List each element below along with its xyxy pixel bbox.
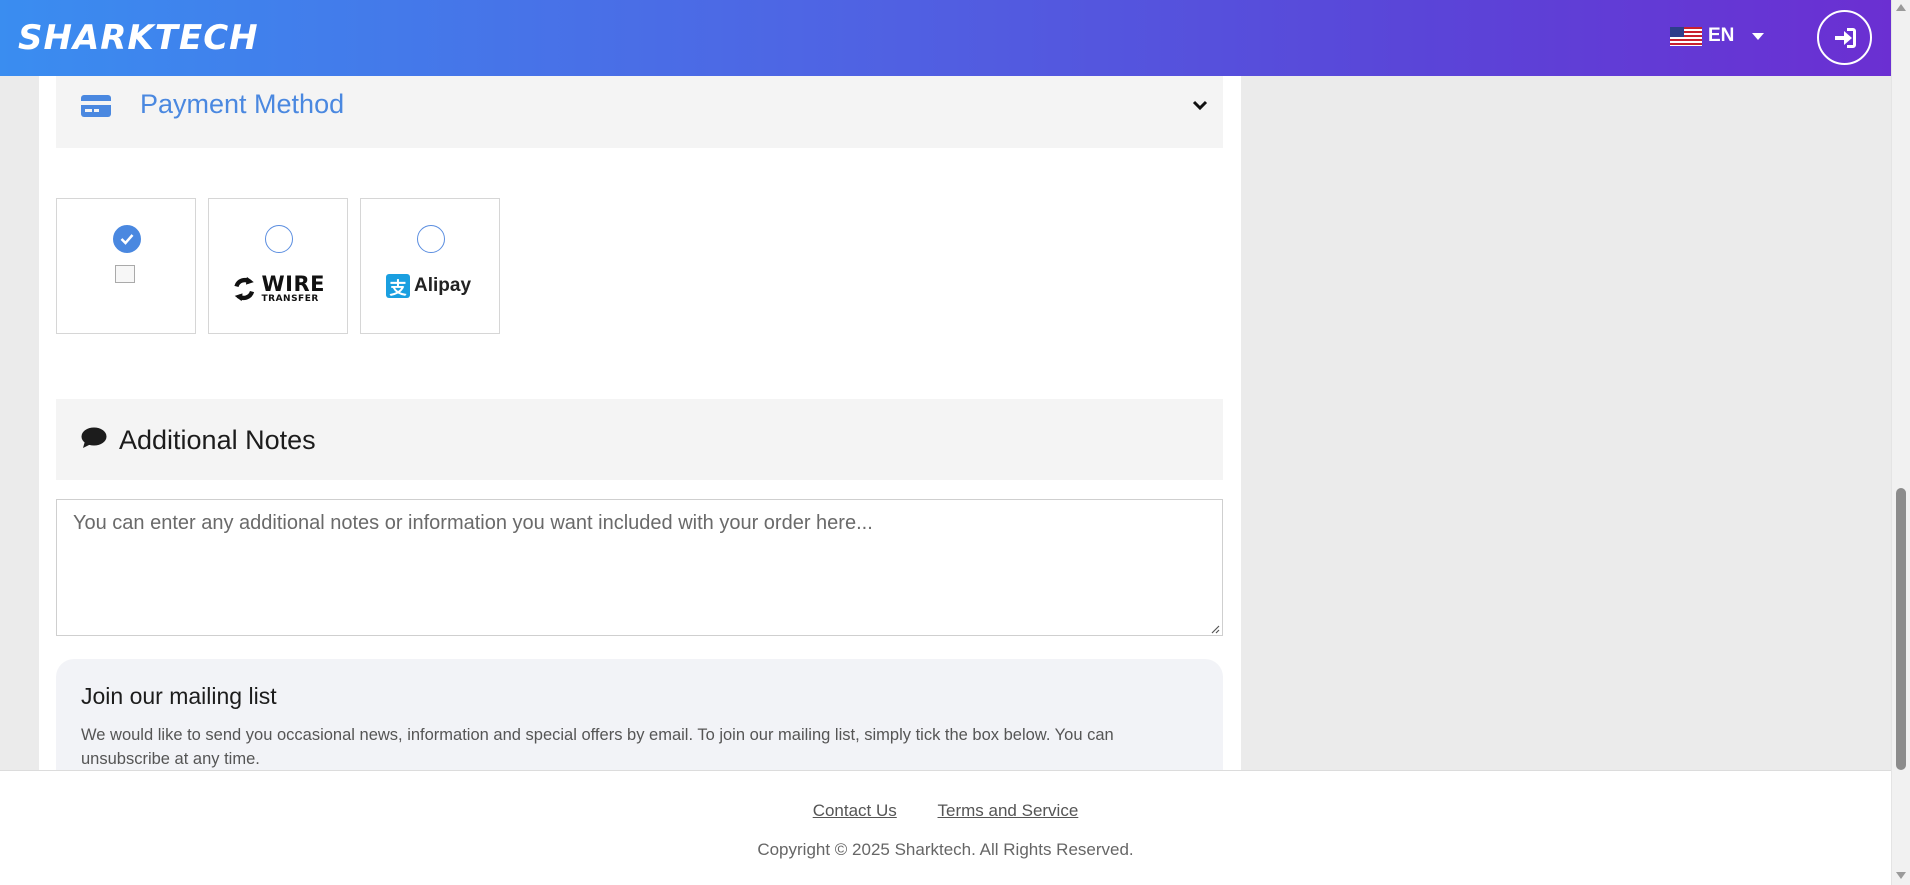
page-footer: Contact Us Terms and Service Copyright ©… xyxy=(0,770,1891,885)
credit-card-icon xyxy=(81,95,111,117)
wire-transfer-logo: WIRE TRANSFER xyxy=(233,271,325,307)
checkmark-icon xyxy=(120,234,134,245)
alipay-icon: 支 xyxy=(386,274,410,298)
chevron-down-icon[interactable] xyxy=(1192,100,1208,112)
additional-notes-input[interactable] xyxy=(56,499,1223,636)
top-header: SHARKTECH EN xyxy=(0,0,1891,76)
caret-down-icon xyxy=(1752,32,1765,40)
payment-option-wire-transfer[interactable]: WIRE TRANSFER xyxy=(208,198,348,334)
payment-option-1-radio[interactable] xyxy=(113,225,141,253)
alipay-label: Alipay xyxy=(414,275,472,296)
scroll-down-arrow-icon[interactable] xyxy=(1896,872,1906,879)
copyright-text: Copyright © 2025 Sharktech. All Rights R… xyxy=(757,840,1134,859)
login-button[interactable] xyxy=(1817,10,1872,65)
wire-label: WIRE xyxy=(261,272,325,296)
alipay-logo: 支 Alipay xyxy=(386,274,471,298)
alipay-radio[interactable] xyxy=(417,225,445,253)
resize-handle-icon[interactable] xyxy=(1211,625,1220,634)
scroll-up-arrow-icon[interactable] xyxy=(1896,4,1906,11)
mailing-list-box: Join our mailing list We would like to s… xyxy=(56,659,1223,770)
page-scrollbar[interactable] xyxy=(1891,0,1910,885)
broken-image-icon xyxy=(115,265,135,283)
additional-notes-title: Additional Notes xyxy=(119,425,316,455)
wire-transfer-radio[interactable] xyxy=(265,225,293,253)
transfer-label: TRANSFER xyxy=(261,294,319,304)
transfer-arrows-icon xyxy=(234,276,255,302)
sharktech-logo[interactable]: SHARKTECH xyxy=(18,18,259,58)
language-label: EN xyxy=(1708,25,1735,46)
contact-us-link[interactable]: Contact Us xyxy=(813,801,897,820)
us-flag-icon xyxy=(1670,26,1702,46)
comment-icon xyxy=(81,427,107,448)
terms-link[interactable]: Terms and Service xyxy=(938,801,1079,820)
mailing-list-title: Join our mailing list xyxy=(81,683,277,709)
payment-method-title: Payment Method xyxy=(140,89,345,119)
additional-notes-header: Additional Notes xyxy=(56,399,1223,480)
scroll-thumb[interactable] xyxy=(1896,488,1906,770)
payment-option-alipay[interactable]: 支 Alipay xyxy=(360,198,500,334)
language-selector[interactable]: EN xyxy=(1670,25,1765,47)
checkout-content: Payment Method WIRE TRANSFER 支 Alipay Ad… xyxy=(39,76,1241,770)
sign-in-icon xyxy=(1834,27,1856,48)
footer-links: Contact Us Terms and Service xyxy=(0,801,1891,821)
payment-option-1[interactable] xyxy=(56,198,196,334)
mailing-list-description: We would like to send you occasional new… xyxy=(81,726,1114,768)
payment-method-header[interactable]: Payment Method xyxy=(56,76,1223,148)
